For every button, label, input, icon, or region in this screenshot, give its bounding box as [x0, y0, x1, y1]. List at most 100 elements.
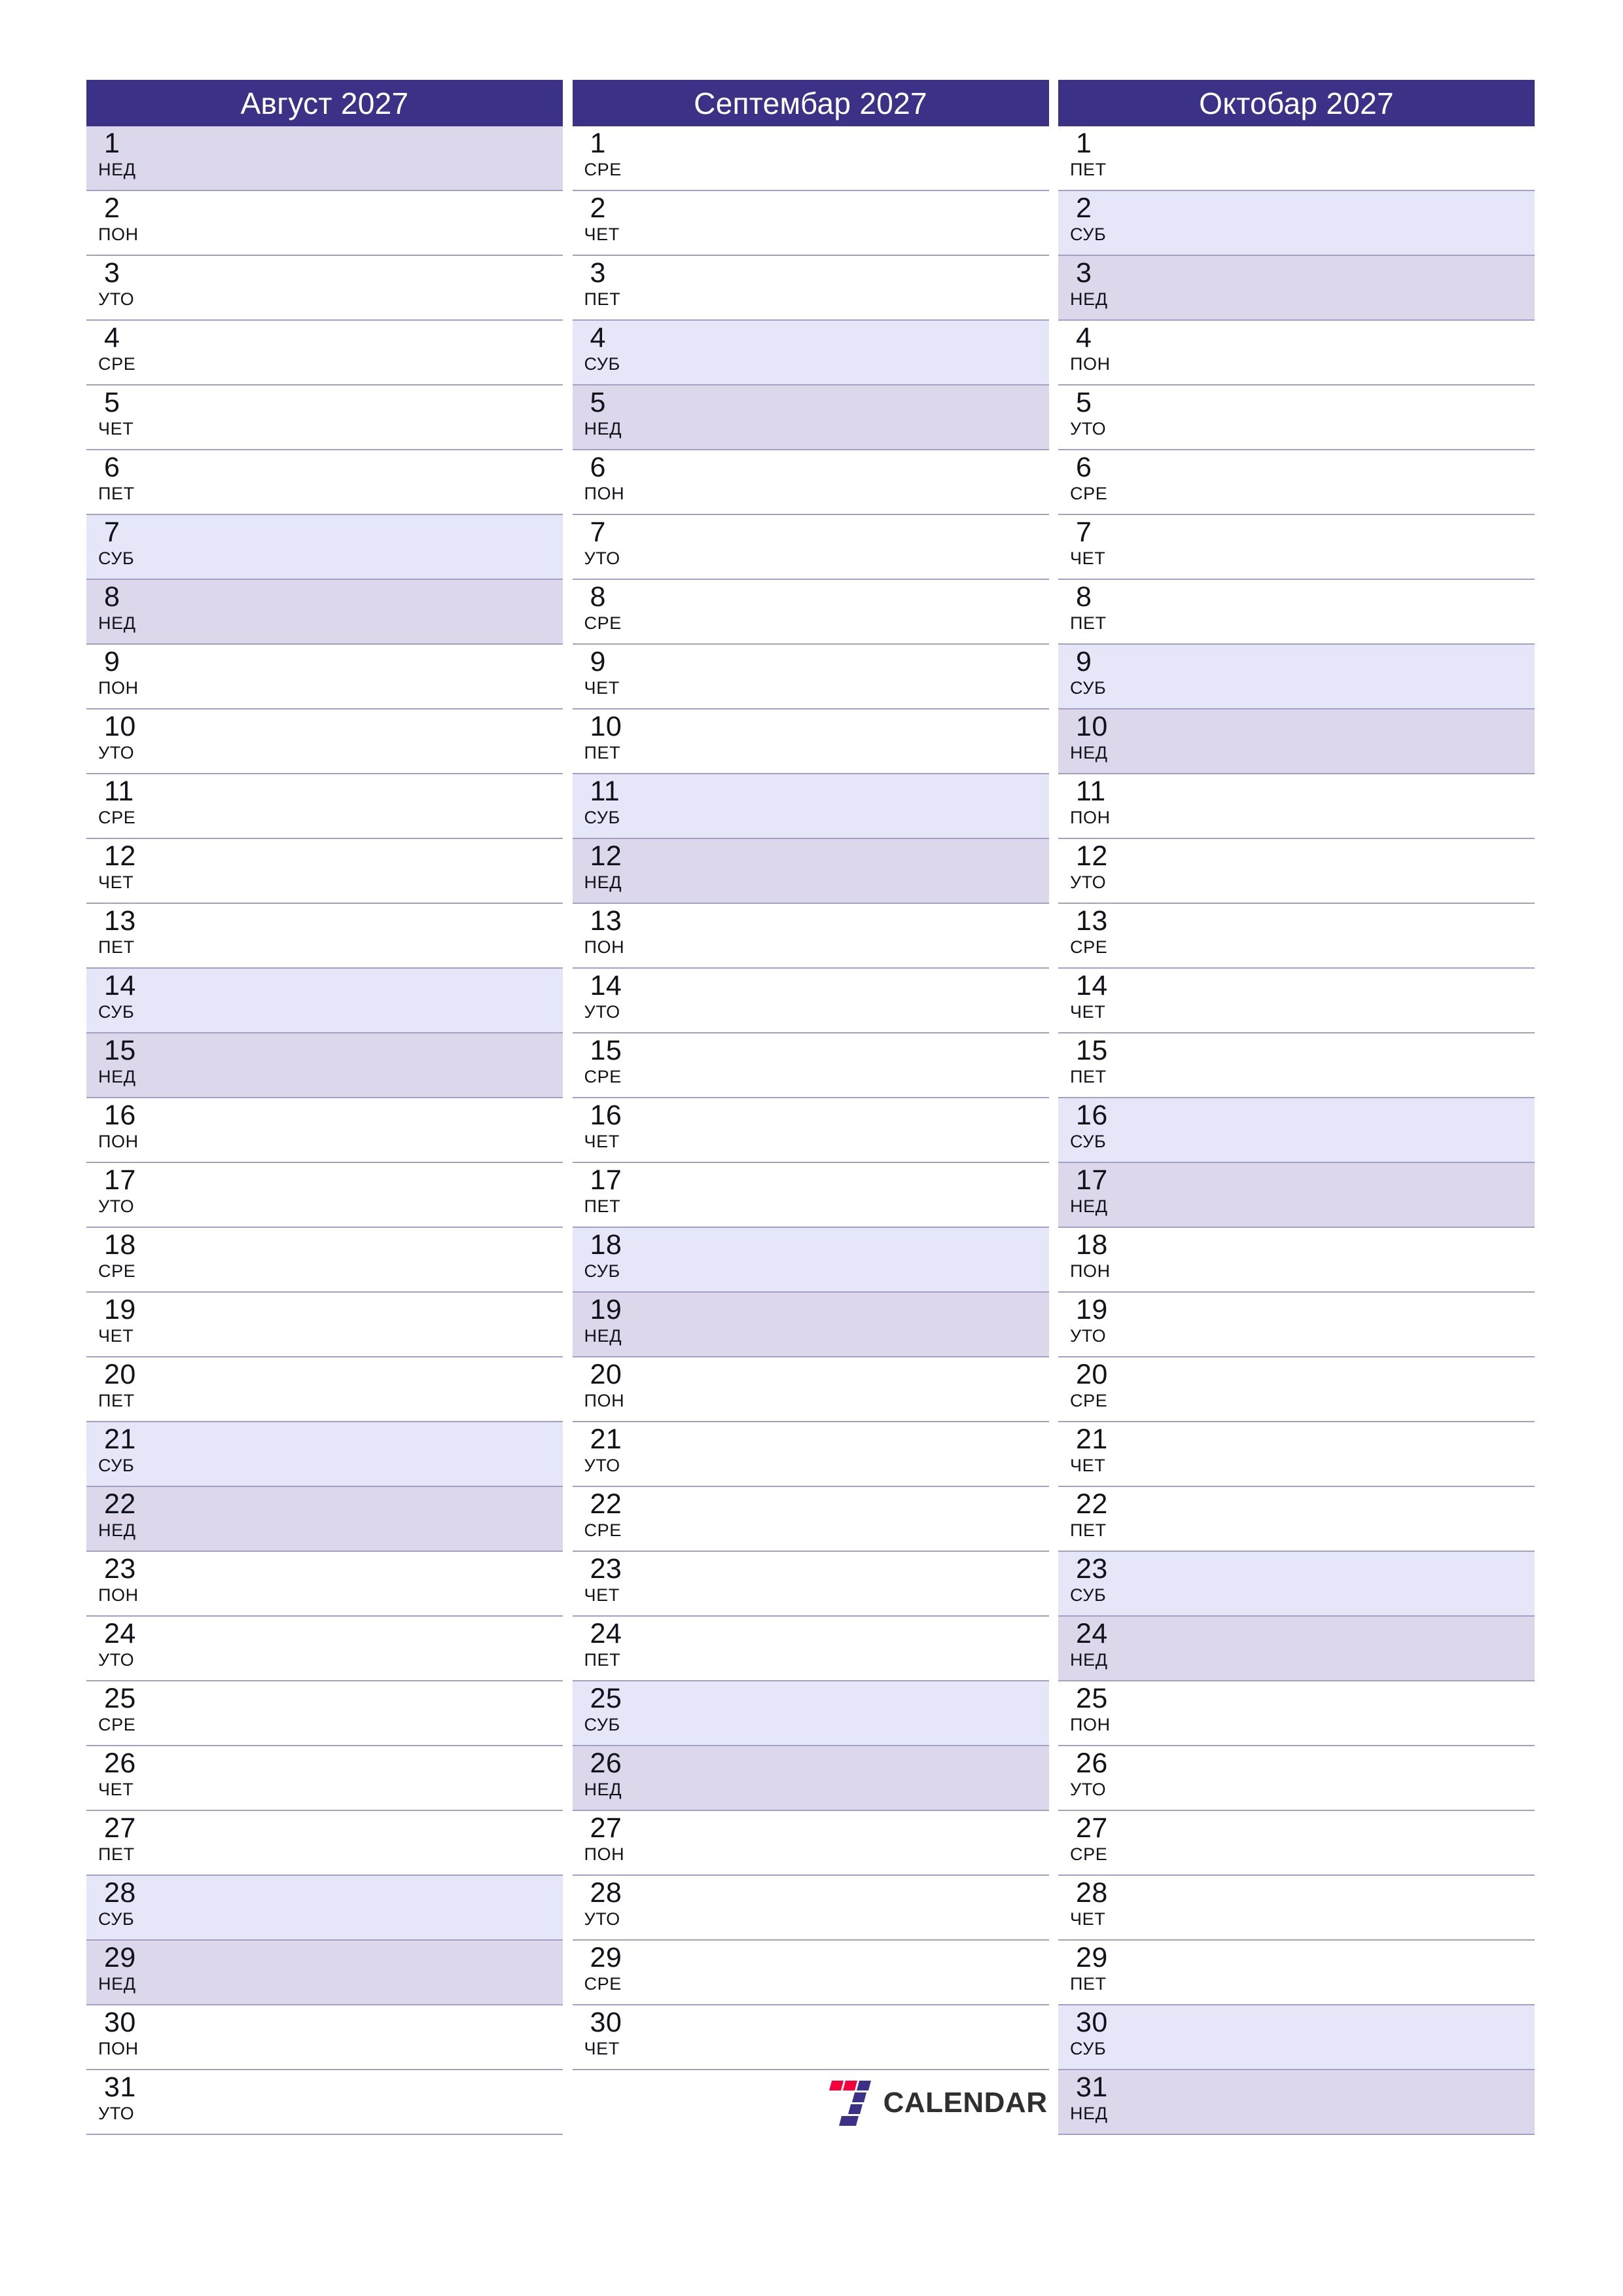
day-cell[interactable]: 1 НЕД	[86, 126, 563, 191]
day-cell[interactable]: 31 НЕД	[1058, 2070, 1535, 2135]
day-cell[interactable]: 7 УТО	[572, 515, 1049, 580]
day-cell[interactable]: 12 УТО	[1058, 839, 1535, 904]
day-cell[interactable]: 11 ПОН	[1058, 774, 1535, 839]
day-cell[interactable]: 13 ПЕТ	[86, 904, 563, 969]
day-cell[interactable]: 19 УТО	[1058, 1293, 1535, 1357]
day-cell[interactable]: 26 ЧЕТ	[86, 1746, 563, 1811]
day-cell[interactable]: 1 ПЕТ	[1058, 126, 1535, 191]
day-cell[interactable]: 2 СУБ	[1058, 191, 1535, 256]
day-cell[interactable]: 18 СРЕ	[86, 1228, 563, 1293]
brand-logo-slot: CALENDAR	[573, 2070, 1049, 2135]
day-cell[interactable]: 16 ЧЕТ	[572, 1098, 1049, 1163]
day-cell[interactable]: 8 СРЕ	[572, 580, 1049, 645]
day-cell[interactable]: 24 ПЕТ	[572, 1617, 1049, 1681]
day-cell[interactable]: 22 ПЕТ	[1058, 1487, 1535, 1552]
day-cell[interactable]: 14 СУБ	[86, 969, 563, 1033]
day-cell[interactable]: 9 ПОН	[86, 645, 563, 709]
day-cell[interactable]: 4 СУБ	[572, 321, 1049, 386]
day-cell[interactable]: 31 УТО	[86, 2070, 563, 2135]
day-cell[interactable]: 23 СУБ	[1058, 1552, 1535, 1617]
day-cell[interactable]: 25 ПОН	[1058, 1681, 1535, 1746]
day-cell[interactable]: 25 СУБ	[572, 1681, 1049, 1746]
day-cell[interactable]: 21 ЧЕТ	[1058, 1422, 1535, 1487]
day-cell[interactable]: 17 УТО	[86, 1163, 563, 1228]
day-cell[interactable]: 6 СРЕ	[1058, 450, 1535, 515]
day-cell[interactable]: 14 УТО	[572, 969, 1049, 1033]
day-cell[interactable]: 10 ПЕТ	[572, 709, 1049, 774]
day-cell[interactable]: 20 ПОН	[572, 1357, 1049, 1422]
day-cell[interactable]: 22 НЕД	[86, 1487, 563, 1552]
day-cell[interactable]: 9 СУБ	[1058, 645, 1535, 709]
day-cell[interactable]: 27 ПЕТ	[86, 1811, 563, 1876]
day-cell[interactable]: 23 ПОН	[86, 1552, 563, 1617]
day-cell[interactable]: 13 СРЕ	[1058, 904, 1535, 969]
day-cell[interactable]: 19 НЕД	[572, 1293, 1049, 1357]
day-cell[interactable]: 20 ПЕТ	[86, 1357, 563, 1422]
day-cell[interactable]: 24 НЕД	[1058, 1617, 1535, 1681]
day-cell[interactable]: 5 ЧЕТ	[86, 386, 563, 450]
month-header-3: Октобар 2027	[1058, 80, 1535, 126]
day-cell[interactable]: 17 ПЕТ	[572, 1163, 1049, 1228]
day-cell[interactable]: 21 СУБ	[86, 1422, 563, 1487]
day-cell[interactable]: 15 ПЕТ	[1058, 1033, 1535, 1098]
day-cell[interactable]: 8 НЕД	[86, 580, 563, 645]
day-cell[interactable]: 28 ЧЕТ	[1058, 1876, 1535, 1941]
day-cell[interactable]: 22 СРЕ	[572, 1487, 1049, 1552]
day-cell[interactable]: 25 СРЕ	[86, 1681, 563, 1746]
day-cell[interactable]: 7 ЧЕТ	[1058, 515, 1535, 580]
day-cell[interactable]: 21 УТО	[572, 1422, 1049, 1487]
day-cell[interactable]: 4 ПОН	[1058, 321, 1535, 386]
brand-logo[interactable]: CALENDAR	[826, 2077, 1048, 2129]
day-cell[interactable]: 3 ПЕТ	[572, 256, 1049, 321]
day-cell[interactable]: 6 ПЕТ	[86, 450, 563, 515]
day-cell[interactable]: 18 ПОН	[1058, 1228, 1535, 1293]
day-cell[interactable]: 11 СУБ	[572, 774, 1049, 839]
day-cell[interactable]: 26 НЕД	[572, 1746, 1049, 1811]
day-cell[interactable]: 3 НЕД	[1058, 256, 1535, 321]
day-cell[interactable]: 10 УТО	[86, 709, 563, 774]
day-cell[interactable]: 5 УТО	[1058, 386, 1535, 450]
day-cell[interactable]: 3 УТО	[86, 256, 563, 321]
day-cell[interactable]: 16 СУБ	[1058, 1098, 1535, 1163]
day-cell[interactable]: 20 СРЕ	[1058, 1357, 1535, 1422]
day-cell[interactable]: 29 НЕД	[86, 1941, 563, 2005]
day-cell[interactable]: 4 СРЕ	[86, 321, 563, 386]
day-cell[interactable]: 6 ПОН	[572, 450, 1049, 515]
day-cell[interactable]: 29 СРЕ	[572, 1941, 1049, 2005]
day-weekday: ПОН	[1070, 1261, 1111, 1281]
day-cell[interactable]: 15 НЕД	[86, 1033, 563, 1098]
day-cell[interactable]: 28 УТО	[572, 1876, 1049, 1941]
day-weekday: НЕД	[98, 1974, 136, 1994]
day-cell[interactable]: 9 ЧЕТ	[572, 645, 1049, 709]
day-cell[interactable]: 29 ПЕТ	[1058, 1941, 1535, 2005]
day-cell[interactable]: 24 УТО	[86, 1617, 563, 1681]
day-cell[interactable]: 26 УТО	[1058, 1746, 1535, 1811]
day-number: 11	[1076, 776, 1106, 807]
day-cell[interactable]: 28 СУБ	[86, 1876, 563, 1941]
day-cell[interactable]: 5 НЕД	[572, 386, 1049, 450]
day-cell[interactable]: 12 НЕД	[572, 839, 1049, 904]
day-cell[interactable]: 12 ЧЕТ	[86, 839, 563, 904]
day-cell[interactable]: 11 СРЕ	[86, 774, 563, 839]
day-cell[interactable]: 27 СРЕ	[1058, 1811, 1535, 1876]
day-cell[interactable]: 18 СУБ	[572, 1228, 1049, 1293]
day-cell[interactable]: 19 ЧЕТ	[86, 1293, 563, 1357]
day-cell[interactable]: 2 ЧЕТ	[572, 191, 1049, 256]
day-cell[interactable]: 17 НЕД	[1058, 1163, 1535, 1228]
day-cell[interactable]: 30 СУБ	[1058, 2005, 1535, 2070]
day-cell[interactable]: 10 НЕД	[1058, 709, 1535, 774]
day-cell[interactable]: 27 ПОН	[572, 1811, 1049, 1876]
day-cell[interactable]: 15 СРЕ	[572, 1033, 1049, 1098]
day-cell[interactable]: 23 ЧЕТ	[572, 1552, 1049, 1617]
day-weekday: НЕД	[98, 160, 136, 179]
day-cell[interactable]: 16 ПОН	[86, 1098, 563, 1163]
day-cell[interactable]: 13 ПОН	[572, 904, 1049, 969]
day-cell[interactable]: 30 ЧЕТ	[572, 2005, 1049, 2070]
day-cell[interactable]: 1 СРЕ	[572, 126, 1049, 191]
day-cell[interactable]: 30 ПОН	[86, 2005, 563, 2070]
day-cell[interactable]: 2 ПОН	[86, 191, 563, 256]
day-cell[interactable]: 7 СУБ	[86, 515, 563, 580]
day-cell[interactable]: 14 ЧЕТ	[1058, 969, 1535, 1033]
day-number: 18	[590, 1229, 622, 1261]
day-cell[interactable]: 8 ПЕТ	[1058, 580, 1535, 645]
